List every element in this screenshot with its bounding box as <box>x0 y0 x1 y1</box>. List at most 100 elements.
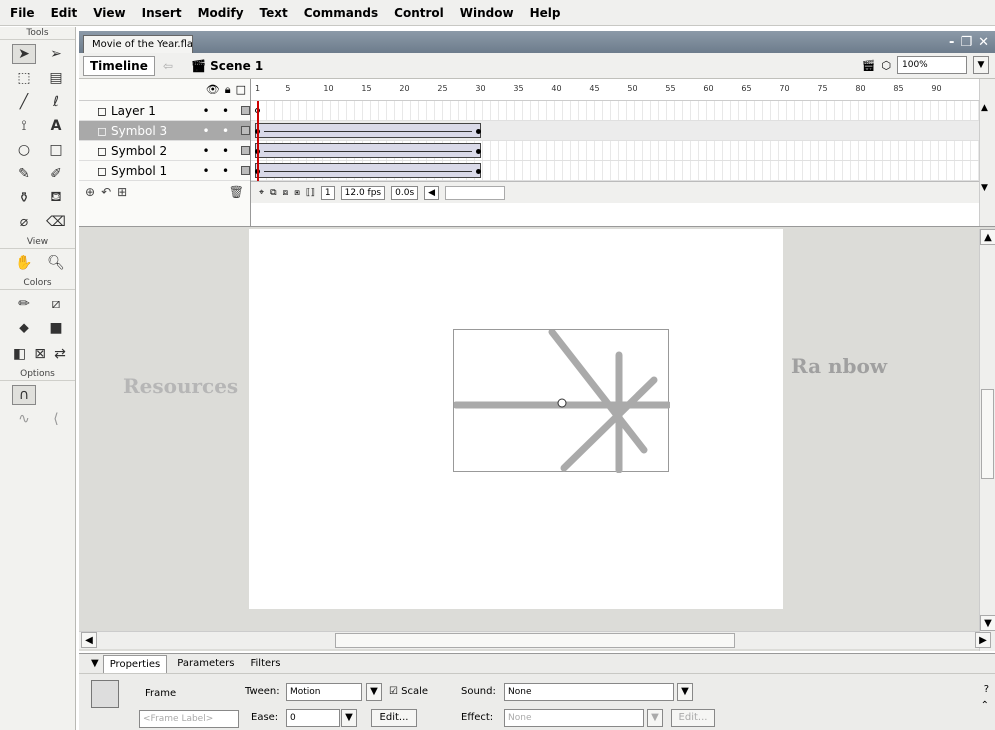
outline-color-box[interactable] <box>241 166 250 175</box>
end-keyframe[interactable] <box>476 169 481 174</box>
fill-swatch-icon[interactable]: ■ <box>44 318 68 338</box>
stage-vscroll-thumb[interactable] <box>981 389 994 479</box>
frame-row[interactable] <box>251 101 979 121</box>
menu-edit[interactable]: Edit <box>43 2 86 24</box>
stage-scroll-up-icon[interactable]: ▲ <box>980 229 995 245</box>
restore-icon[interactable]: ❐ <box>960 35 972 50</box>
close-icon[interactable]: ✕ <box>978 35 989 50</box>
smooth-icon[interactable]: ∿ <box>12 409 36 429</box>
timeline-scroll-up-icon[interactable]: ▲ <box>981 103 988 113</box>
scale-checkbox[interactable]: ☑ Scale <box>389 686 428 697</box>
menu-modify[interactable]: Modify <box>190 2 252 24</box>
stage-hscroll[interactable]: ◀ ▶ <box>79 631 991 649</box>
lock-dot[interactable]: • <box>222 124 229 138</box>
frame-ruler[interactable]: 1 5 10 15 20 25 30 35 40 45 50 55 60 65 70 75 80 85 90 <box>251 79 979 101</box>
panel-collapse-icon[interactable]: ▼ <box>91 658 99 669</box>
insert-folder-icon[interactable]: ⊞ <box>117 185 127 199</box>
oval-tool-icon[interactable]: ○ <box>12 140 36 160</box>
outline-color-box[interactable] <box>241 126 250 135</box>
menu-view[interactable]: View <box>85 2 133 24</box>
hand-tool-icon[interactable]: ✋ <box>12 253 36 273</box>
outline-color-box[interactable] <box>241 146 250 155</box>
lock-dot[interactable]: • <box>222 164 229 178</box>
frame-label-input[interactable]: <Frame Label> <box>139 710 239 728</box>
snap-magnet-icon[interactable]: ∩ <box>12 385 36 405</box>
layer-row[interactable]: ◻ Layer 1 • • <box>79 101 250 121</box>
end-keyframe[interactable] <box>476 129 481 134</box>
eye-icon[interactable]: 👁︎ <box>206 83 220 96</box>
visibility-dot[interactable]: • <box>203 104 210 118</box>
stage-scroll-right-icon[interactable]: ▶ <box>975 632 991 648</box>
motion-tween-span[interactable] <box>255 163 481 178</box>
edit-multiple-icon[interactable]: ⧆ <box>294 188 300 198</box>
default-colors-icon[interactable]: ◧ <box>12 344 27 364</box>
tween-select[interactable]: Motion <box>286 683 362 701</box>
stroke-swatch-icon[interactable]: ⧄ <box>44 294 68 314</box>
outline-color-box[interactable] <box>241 106 250 115</box>
tween-dropdown-icon[interactable]: ▼ <box>366 683 382 701</box>
gradient-transform-tool-icon[interactable]: ▤ <box>44 68 68 88</box>
lock-icon[interactable]: 🔒︎ <box>225 83 231 97</box>
scene-breadcrumb[interactable]: 🎬︎ Scene 1 <box>191 59 263 73</box>
edit-scene-icon[interactable]: 🎬︎ <box>861 59 875 72</box>
sound-select[interactable]: None <box>504 683 674 701</box>
fill-color-icon[interactable]: ⬥ <box>12 318 36 338</box>
straighten-icon[interactable]: ⟨ <box>44 409 68 429</box>
paint-bucket-tool-icon[interactable]: ⛾ <box>44 188 68 208</box>
swap-colors-icon[interactable]: ⇄ <box>53 344 67 364</box>
subselect-tool-icon[interactable]: ➢ <box>44 44 68 64</box>
menu-window[interactable]: Window <box>452 2 522 24</box>
frame-row[interactable] <box>251 141 979 161</box>
timeline-hscroll-track[interactable] <box>445 185 506 200</box>
effect-select[interactable]: None <box>504 709 644 727</box>
free-transform-tool-icon[interactable]: ⬚ <box>12 68 36 88</box>
menu-insert[interactable]: Insert <box>134 2 190 24</box>
ease-slider-icon[interactable]: ▼ <box>341 709 357 727</box>
effect-edit-button[interactable]: Edit... <box>671 709 715 727</box>
timeline-scroll-down-icon[interactable]: ▼ <box>981 183 988 193</box>
stroke-color-icon[interactable]: ✏ <box>12 294 36 314</box>
eyedropper-tool-icon[interactable]: ⌀ <box>12 212 36 232</box>
lasso-tool-icon[interactable]: ℓ <box>44 92 68 112</box>
layer-row[interactable]: ◻ Symbol 1 • • <box>79 161 250 181</box>
layer-row[interactable]: ◻ Symbol 3 • • <box>79 121 250 141</box>
stage-scroll-down-icon[interactable]: ▼ <box>980 615 995 631</box>
no-color-icon[interactable]: ⊠ <box>33 344 47 364</box>
onion-markers-icon[interactable]: ⟦⟧ <box>306 188 315 198</box>
visibility-dot[interactable]: • <box>203 124 210 138</box>
menu-file[interactable]: File <box>2 2 43 24</box>
tab-filters[interactable]: Filters <box>245 658 287 669</box>
zoom-dropdown-icon[interactable]: ▼ <box>973 56 989 74</box>
stage-hscroll-thumb[interactable] <box>335 633 735 648</box>
resources-text[interactable]: Resources <box>123 374 238 398</box>
onion-outline-icon[interactable]: ⧈ <box>283 188 289 198</box>
timeline-toggle-button[interactable]: Timeline <box>83 55 155 76</box>
ease-edit-button[interactable]: Edit... <box>371 709 417 727</box>
menu-control[interactable]: Control <box>386 2 452 24</box>
visibility-dot[interactable]: • <box>203 144 210 158</box>
menu-commands[interactable]: Commands <box>296 2 386 24</box>
effect-dropdown-icon[interactable]: ▼ <box>647 709 663 727</box>
playhead[interactable] <box>257 101 259 181</box>
lock-dot[interactable]: • <box>222 104 229 118</box>
stage-scroll-left-icon[interactable]: ◀ <box>81 632 97 648</box>
motion-tween-span[interactable] <box>255 123 481 138</box>
center-frame-icon[interactable]: ⌖ <box>259 188 264 198</box>
back-arrow-icon[interactable]: ⇦ <box>163 59 173 73</box>
onion-skin-icon[interactable]: ⧉ <box>270 188 276 198</box>
expand-panel-icon[interactable]: ⌃ <box>981 700 989 711</box>
tab-parameters[interactable]: Parameters <box>171 658 240 669</box>
help-icon[interactable]: ? <box>984 684 989 695</box>
selected-symbol[interactable] <box>452 328 672 474</box>
layer-row[interactable]: ◻ Symbol 2 • • <box>79 141 250 161</box>
visibility-dot[interactable]: • <box>203 164 210 178</box>
pen-tool-icon[interactable]: ⟟ <box>12 116 36 136</box>
tab-properties[interactable]: Properties <box>102 654 168 673</box>
ink-bottle-tool-icon[interactable]: ⚱ <box>12 188 36 208</box>
stage-vscroll[interactable]: ▲ ▼ <box>979 229 995 651</box>
end-keyframe[interactable] <box>476 149 481 154</box>
sound-dropdown-icon[interactable]: ▼ <box>677 683 693 701</box>
frame-row[interactable] <box>251 121 979 141</box>
delete-layer-icon[interactable]: 🗑︎ <box>229 185 244 199</box>
timeline-scroll-left-icon[interactable]: ◀ <box>424 185 440 200</box>
